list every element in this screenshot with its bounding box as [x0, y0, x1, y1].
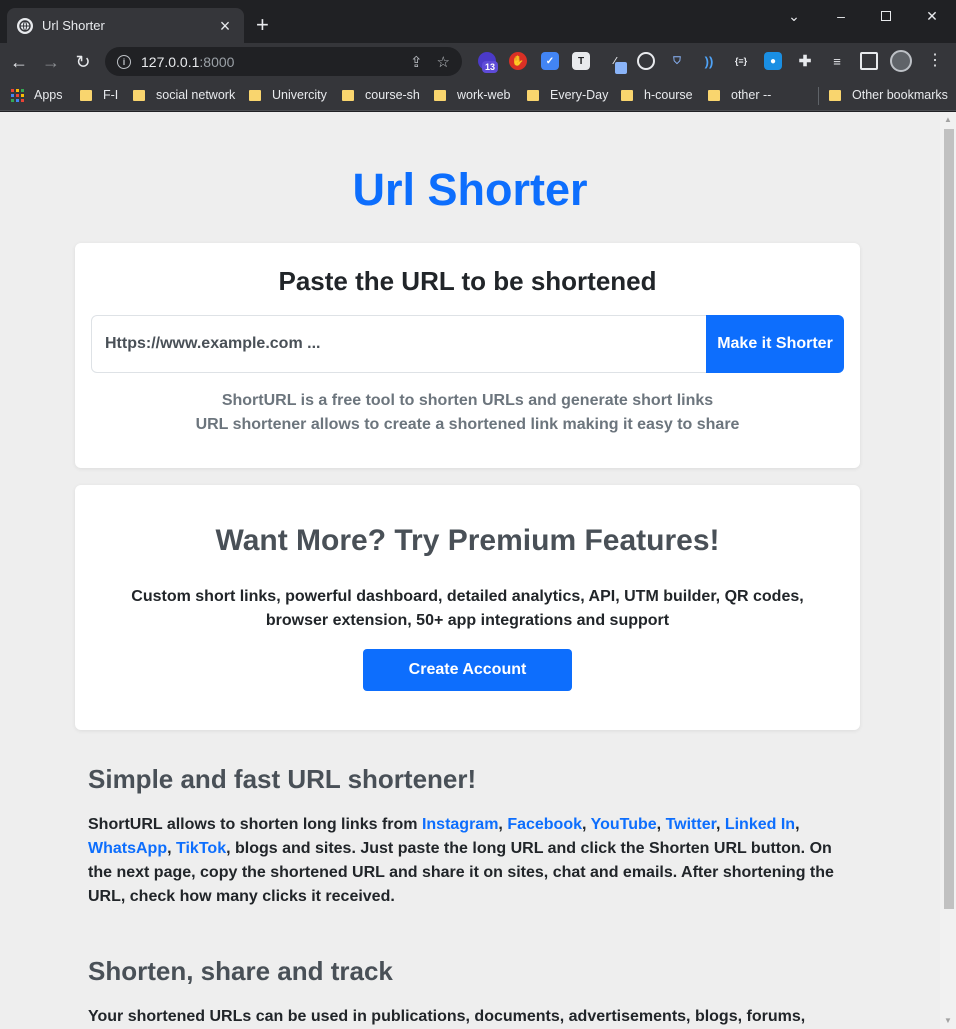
shorten-card: Paste the URL to be shortened Make it Sh…	[75, 243, 860, 468]
text-t-icon[interactable]: T	[572, 52, 590, 70]
bookmark-folder[interactable]: Univercity	[249, 85, 327, 105]
info-icon[interactable]: i	[117, 54, 131, 69]
playlist-icon[interactable]: ≡	[828, 52, 846, 70]
simple-heading: Simple and fast URL shortener!	[88, 764, 477, 794]
bookmark-label: Apps	[34, 88, 63, 102]
bookmarks-divider	[818, 87, 819, 105]
scroll-down-icon[interactable]: ▼	[944, 1017, 952, 1025]
braces-icon[interactable]: {≡}	[732, 52, 750, 70]
color-swatch-icon	[615, 62, 627, 74]
bookmark-folder[interactable]: h-course	[621, 85, 693, 105]
simple-text: ShortURL allows to shorten long links fr…	[88, 816, 834, 905]
tab-strip: Url Shorter × + ⌄ – ✕	[0, 0, 956, 43]
shorten-desc-line: ShortURL is a free tool to shorten URLs …	[221, 392, 714, 409]
scroll-up-icon[interactable]: ▲	[944, 116, 952, 124]
share-icon[interactable]: ⇪	[410, 53, 423, 71]
bookmark-label: Univercity	[272, 88, 327, 102]
checklist-icon[interactable]: ✓	[541, 52, 559, 70]
tab-close-icon[interactable]: ×	[216, 17, 234, 35]
browser-toolbar: ← → ↻ i 127.0.0.1:8000 ⇪ ☆ 13 ✋ ✓ T ⁄ ⛉ …	[0, 43, 956, 80]
instagram-link[interactable]: Instagram	[422, 816, 498, 833]
shield-icon[interactable]: ⛉	[668, 52, 686, 70]
facebook-link[interactable]: Facebook	[507, 816, 582, 833]
other-bookmarks[interactable]: Other bookmarks	[829, 85, 948, 105]
new-tab-button[interactable]: +	[256, 14, 269, 36]
avatar[interactable]	[890, 50, 912, 72]
make-shorter-button[interactable]: Make it Shorter	[706, 315, 844, 373]
bookmark-star-icon[interactable]: ☆	[437, 53, 450, 71]
simple-section: Simple and fast URL shortener! ShortURL …	[88, 764, 848, 909]
address-bar[interactable]: i 127.0.0.1:8000 ⇪ ☆	[105, 47, 462, 76]
apps-grid-icon	[11, 88, 24, 102]
share-text: Your shortened URLs can be used in publi…	[88, 1008, 806, 1025]
folder-icon	[527, 89, 539, 101]
browser-tab[interactable]: Url Shorter ×	[7, 8, 244, 43]
scroll-thumb[interactable]	[944, 129, 954, 909]
folder-icon	[342, 89, 354, 101]
folder-icon	[621, 89, 633, 101]
droplet-icon[interactable]: ●	[764, 52, 782, 70]
bookmarks-bar: Apps F-I social network Univercity cours…	[0, 80, 956, 111]
page-title: Url Shorter	[352, 164, 588, 215]
premium-description: Custom short links, powerful dashboard, …	[131, 588, 804, 629]
tab-search-icon[interactable]: ⌄	[774, 6, 814, 26]
twitter-link[interactable]: Twitter	[666, 816, 716, 833]
wireless-icon[interactable]: ))	[700, 52, 718, 70]
bookmark-label: other --	[731, 88, 772, 102]
bookmark-label: h-course	[644, 88, 693, 102]
url-input[interactable]	[91, 315, 707, 373]
bookmark-folder[interactable]: course-sh	[342, 85, 420, 105]
bookmark-label: course-sh	[365, 88, 420, 102]
back-icon[interactable]: ←	[7, 50, 31, 74]
globe-icon	[17, 17, 33, 34]
bookmark-label: Every-Day	[550, 88, 609, 102]
tiktok-link[interactable]: TikTok	[176, 840, 226, 857]
bookmark-label: Other bookmarks	[852, 88, 948, 102]
whatsapp-link[interactable]: WhatsApp	[88, 840, 167, 857]
menu-kebab-icon[interactable]: ⋮	[927, 51, 943, 71]
folder-icon	[434, 89, 446, 101]
page-viewport: Url Shorter Paste the URL to be shortene…	[0, 112, 956, 1029]
folder-icon	[133, 89, 145, 101]
share-heading: Shorten, share and track	[88, 956, 393, 986]
bookmark-folder[interactable]: Every-Day	[527, 85, 608, 105]
tab-title: Url Shorter	[42, 18, 105, 33]
folder-icon	[708, 89, 720, 101]
shorten-description: ShortURL is a free tool to shorten URLs …	[75, 389, 860, 437]
shorten-heading: Paste the URL to be shortened	[278, 266, 657, 296]
maximize-icon[interactable]	[866, 6, 906, 26]
folder-icon	[829, 89, 841, 101]
folder-icon	[249, 89, 261, 101]
bookmark-folder[interactable]: F-I	[80, 85, 118, 105]
url-text[interactable]: 127.0.0.1:8000	[141, 54, 396, 70]
side-panel-icon[interactable]	[860, 52, 878, 70]
minimize-icon[interactable]: –	[821, 6, 861, 26]
linkedin-link[interactable]: Linked In	[725, 816, 795, 833]
shorten-desc-line: URL shortener allows to create a shorten…	[195, 416, 740, 433]
puzzle-icon[interactable]: ✚	[796, 52, 814, 70]
bookmark-label: social network	[156, 88, 236, 102]
bookmark-label: F-I	[103, 88, 119, 102]
share-section: Shorten, share and track Your shortened …	[88, 956, 848, 1029]
bookmark-folder[interactable]: other --	[708, 85, 771, 105]
premium-heading: Want More? Try Premium Features!	[215, 524, 720, 557]
premium-card: Want More? Try Premium Features! Custom …	[75, 485, 860, 730]
bookmark-folder[interactable]: work-web	[434, 85, 511, 105]
forward-icon[interactable]: →	[39, 50, 63, 74]
create-account-button[interactable]: Create Account	[363, 649, 572, 691]
folder-icon	[80, 89, 92, 101]
adblock-icon[interactable]: ✋	[509, 52, 527, 70]
bookmark-apps[interactable]: Apps	[11, 85, 63, 105]
block-icon[interactable]	[637, 52, 655, 70]
extension-badge: 13	[482, 61, 498, 73]
page-scrollbar[interactable]: ▲ ▼	[940, 112, 956, 1029]
youtube-link[interactable]: YouTube	[591, 816, 657, 833]
bookmark-label: work-web	[457, 88, 511, 102]
bookmark-folder[interactable]: social network	[133, 85, 235, 105]
reload-icon[interactable]: ↻	[71, 50, 95, 74]
window-close-icon[interactable]: ✕	[912, 6, 952, 26]
